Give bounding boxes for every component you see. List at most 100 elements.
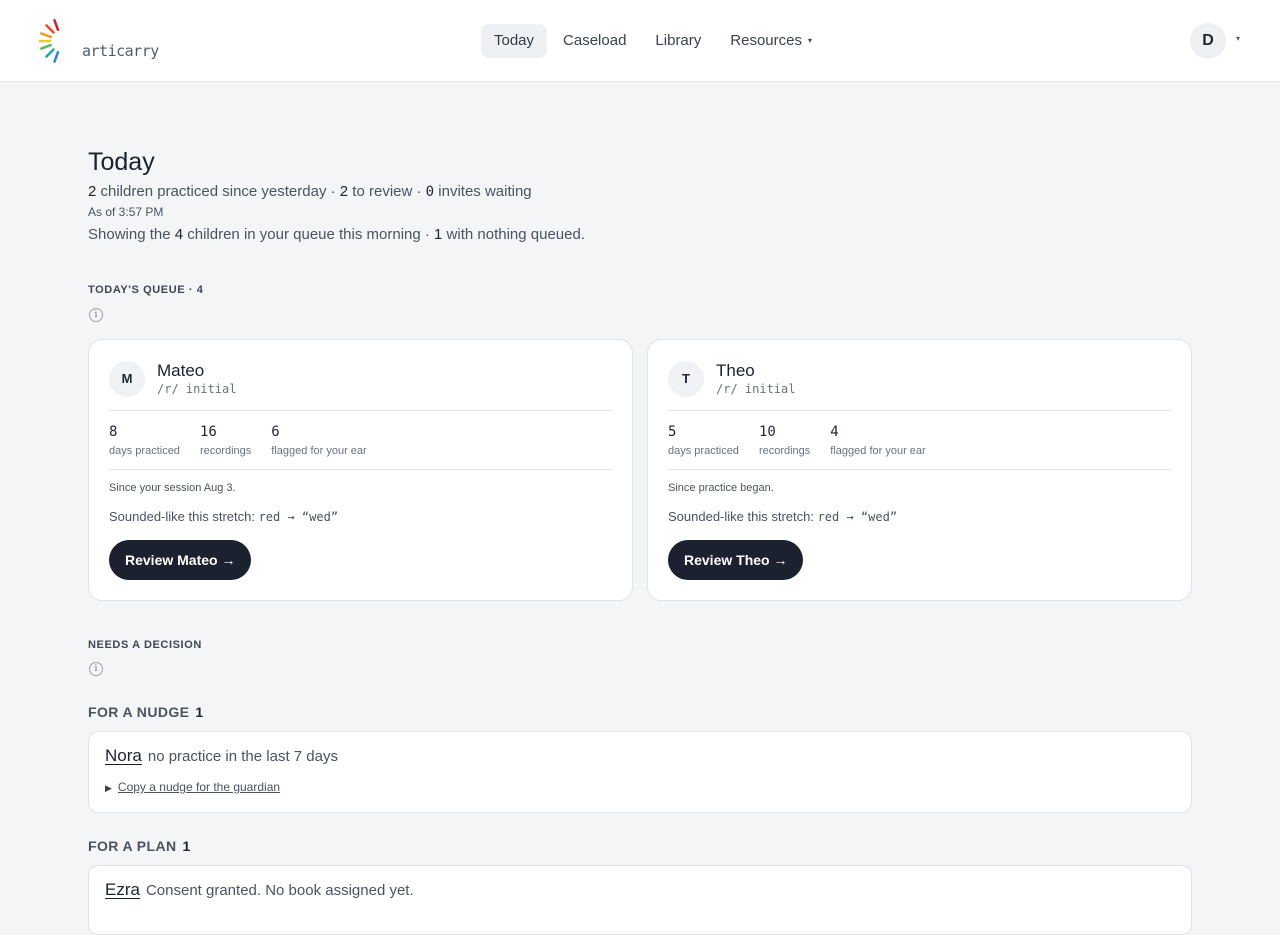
logo-ray [53,51,60,63]
nudge-row: Nora no practice in the last 7 days [105,746,1175,766]
nav-library[interactable]: Library [642,24,714,58]
stat-label: flagged for your ear [271,445,367,457]
review-theo-button[interactable]: Review Theo → [668,540,804,580]
queue-section-label: TODAY'S QUEUE · 4 [88,284,204,296]
plan-row: Ezra Consent granted. No book assigned ye… [105,880,1175,900]
stat-value: 16 [199,424,217,440]
nudge-heading-label: FOR A NUDGE [88,704,190,720]
plan-group-heading: FOR A PLAN 1 [88,838,191,854]
target-sound: /r/ initial [716,382,796,396]
card-header: T Theo /r/ initial [668,360,1171,398]
stat-value: 4 [830,424,839,440]
nudge-card: Nora no practice in the last 7 days ▶ Copy… [88,731,1192,813]
review-count: 2 [339,183,349,200]
since-note: Since your session Aug 3. [109,482,236,494]
sunburst-logo-icon [38,19,60,63]
showing-mid: children in your queue this morning · [183,226,435,243]
sounded-like-label: Sounded-like this stretch: [109,509,259,524]
logo-ray [40,43,52,50]
copy-nudge-label: Copy a nudge for the guardian [117,780,281,794]
stat-flagged: 4 flagged for your ear [830,423,925,469]
user-avatar-button[interactable]: D [1190,23,1226,59]
nav-caseload-label: Caseload [563,32,627,49]
disclosure-triangle-icon: ▶ [105,783,112,793]
plan-heading-label: FOR A PLAN [88,838,177,854]
queue-cards: M Mateo /r/ initial 8 days practiced 16 … [88,339,1192,601]
card-header: M Mateo /r/ initial [109,360,612,398]
stat-flagged: 6 flagged for your ear [271,423,366,469]
stat-value: 10 [758,424,776,440]
main-nav: Today Caseload Library Resources ▾ [481,24,828,58]
review-mateo-button[interactable]: Review Mateo → [109,540,252,580]
child-card-mateo: M Mateo /r/ initial 8 days practiced 16 … [88,339,633,601]
logo-ray [53,19,60,31]
showing-pre: Showing the [88,226,175,243]
stats-row: 8 days practiced 16 recordings 6 flagged… [109,411,612,469]
nav-caseload[interactable]: Caseload [550,24,639,58]
since-note: Since practice began. [668,482,774,494]
nav-today[interactable]: Today [481,24,548,58]
sounded-like-value: red → “wed” [817,510,898,524]
sounded-like: Sounded-like this stretch: red → “wed” [668,508,1171,526]
articarry-logo[interactable]: articarry [32,12,159,70]
invites-count: 0 [425,184,435,200]
nav-library-label: Library [655,32,702,49]
copy-nudge-toggle[interactable]: ▶ Copy a nudge for the guardian [105,780,1175,794]
stat-recordings: 10 recordings [759,423,810,469]
card-name-wrap: Theo /r/ initial [716,361,795,397]
stats-row: 5 days practiced 10 recordings 4 flagged… [668,411,1171,469]
child-card-theo: T Theo /r/ initial 5 days practiced 10 r… [647,339,1192,601]
sounded-like: Sounded-like this stretch: red → “wed” [109,508,612,526]
logo-ray [45,48,55,58]
page-title: Today [88,148,155,176]
nudge-count: 1 [195,704,204,720]
nudge-group-heading: FOR A NUDGE 1 [88,704,204,720]
child-link-nora[interactable]: Nora [105,746,142,765]
chevron-down-icon: ▾ [807,36,812,45]
needs-decision-label: NEEDS A DECISION [88,639,202,651]
stat-recordings: 16 recordings [200,423,251,469]
queue-count: 4 [174,226,184,243]
user-menu-chevron-down-icon[interactable]: ▾ [1236,34,1240,43]
stat-value: 6 [271,424,280,440]
nav-resources[interactable]: Resources ▾ [717,24,825,58]
child-name: Theo [716,361,755,380]
stat-label: days practiced [109,445,180,457]
logo-ray [45,24,55,34]
divider [109,469,612,470]
practice-summary: 2 children practiced since yesterday · 2… [88,182,1192,202]
queue-info-icon[interactable]: i [89,308,103,322]
divider [668,469,1171,470]
needs-decision-info-icon[interactable]: i [89,662,103,676]
review-text: to review · [348,183,426,200]
stat-label: recordings [199,445,252,457]
stat-days-practiced: 5 days practiced [668,423,739,469]
top-bar: articarry Today Caseload Library Resourc… [0,0,1280,82]
plan-reason: Consent granted. No book assigned yet. [145,882,414,899]
brand-name: articarry [82,42,159,60]
stat-value: 5 [668,424,677,440]
child-name: Mateo [157,361,205,380]
child-link-ezra[interactable]: Ezra [105,880,140,899]
plan-card: Ezra Consent granted. No book assigned ye… [88,865,1192,935]
nudge-reason: no practice in the last 7 days [147,748,338,765]
stat-label: flagged for your ear [830,445,926,457]
sounded-like-value: red → “wed” [258,510,339,524]
stat-value: 8 [109,424,118,440]
card-name-wrap: Mateo /r/ initial [157,361,236,397]
target-sound: /r/ initial [157,382,237,396]
invites-text: invites waiting [434,183,532,200]
queue-summary: Showing the 4 children in your queue thi… [88,225,1192,245]
nav-resources-label: Resources [730,32,802,49]
main-content: Today 2 children practiced since yesterd… [88,146,1192,935]
practiced-text: children practiced since yesterday · [96,183,340,200]
sounded-like-label: Sounded-like this stretch: [668,509,818,524]
stat-label: recordings [758,445,811,457]
stat-days-practiced: 8 days practiced [109,423,180,469]
as-of-timestamp: As of 3:57 PM [88,205,164,219]
avatar: M [109,361,145,397]
showing-post: with nothing queued. [442,226,586,243]
nav-today-label: Today [494,32,535,49]
avatar: T [668,361,704,397]
logo-ray [40,32,52,39]
